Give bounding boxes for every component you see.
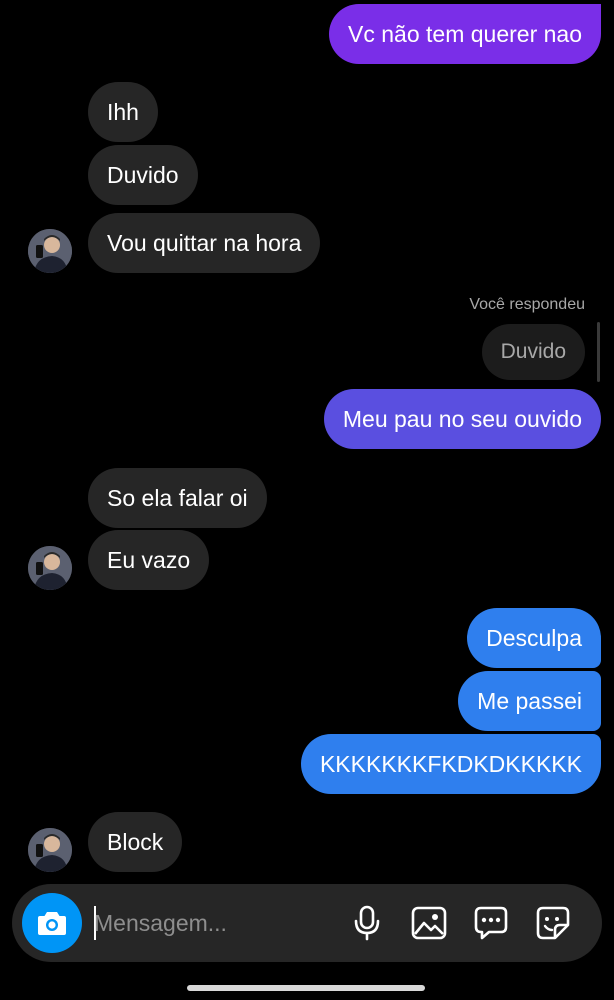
message-bubble-received[interactable]: Block — [88, 812, 183, 872]
message-input[interactable] — [94, 902, 334, 944]
message-bubble-sent[interactable]: Meu pau no seu ouvido — [323, 389, 601, 449]
avatar-photo — [28, 546, 72, 590]
quoted-message[interactable]: Duvido — [481, 324, 585, 380]
avatar[interactable] — [28, 229, 72, 273]
message-bubble-received[interactable]: Eu vazo — [88, 530, 210, 590]
microphone-button[interactable] — [348, 904, 386, 942]
message-bubble-sent[interactable]: Me passei — [458, 671, 601, 731]
message-text: Eu vazo — [107, 546, 191, 573]
gallery-icon — [411, 906, 447, 940]
reply-label: Você respondeu — [469, 296, 585, 313]
message-bubble-received[interactable]: Vou quittar na hora — [88, 213, 321, 273]
message-text: Meu pau no seu ouvido — [342, 405, 582, 432]
message-bubble-sent[interactable]: Desculpa — [467, 608, 601, 668]
message-composer — [12, 884, 602, 962]
message-text: KKKKKKKFKDKDKKKKK — [319, 750, 582, 777]
home-indicator[interactable] — [187, 985, 425, 991]
message-text: Block — [107, 828, 164, 855]
quoted-text: Duvido — [500, 340, 566, 363]
sticker-icon — [536, 906, 570, 940]
message-text: Vc não tem querer nao — [348, 20, 582, 47]
message-bubble-sent[interactable]: KKKKKKKFKDKDKKKKK — [300, 734, 601, 794]
avatar-photo — [28, 229, 72, 273]
camera-button[interactable] — [22, 893, 82, 953]
quick-reply-button[interactable] — [472, 904, 510, 942]
sticker-button[interactable] — [534, 904, 572, 942]
scrollbar[interactable] — [597, 322, 600, 382]
message-bubble-received[interactable]: Ihh — [88, 82, 158, 142]
gallery-button[interactable] — [410, 904, 448, 942]
message-text: Desculpa — [486, 624, 582, 651]
message-text: Me passei — [477, 687, 582, 714]
message-text: Vou quittar na hora — [107, 229, 302, 256]
message-text: Duvido — [107, 161, 179, 188]
chat-bubble-icon — [474, 906, 508, 940]
avatar-photo — [28, 828, 72, 872]
message-bubble-received[interactable]: So ela falar oi — [88, 468, 267, 528]
camera-icon — [38, 912, 66, 935]
message-text: Ihh — [107, 98, 139, 125]
message-text: So ela falar oi — [107, 484, 248, 511]
avatar[interactable] — [28, 828, 72, 872]
message-bubble-received[interactable]: Duvido — [88, 145, 198, 205]
microphone-icon — [354, 905, 380, 941]
avatar[interactable] — [28, 546, 72, 590]
message-bubble-sent[interactable]: Vc não tem querer nao — [329, 4, 601, 64]
